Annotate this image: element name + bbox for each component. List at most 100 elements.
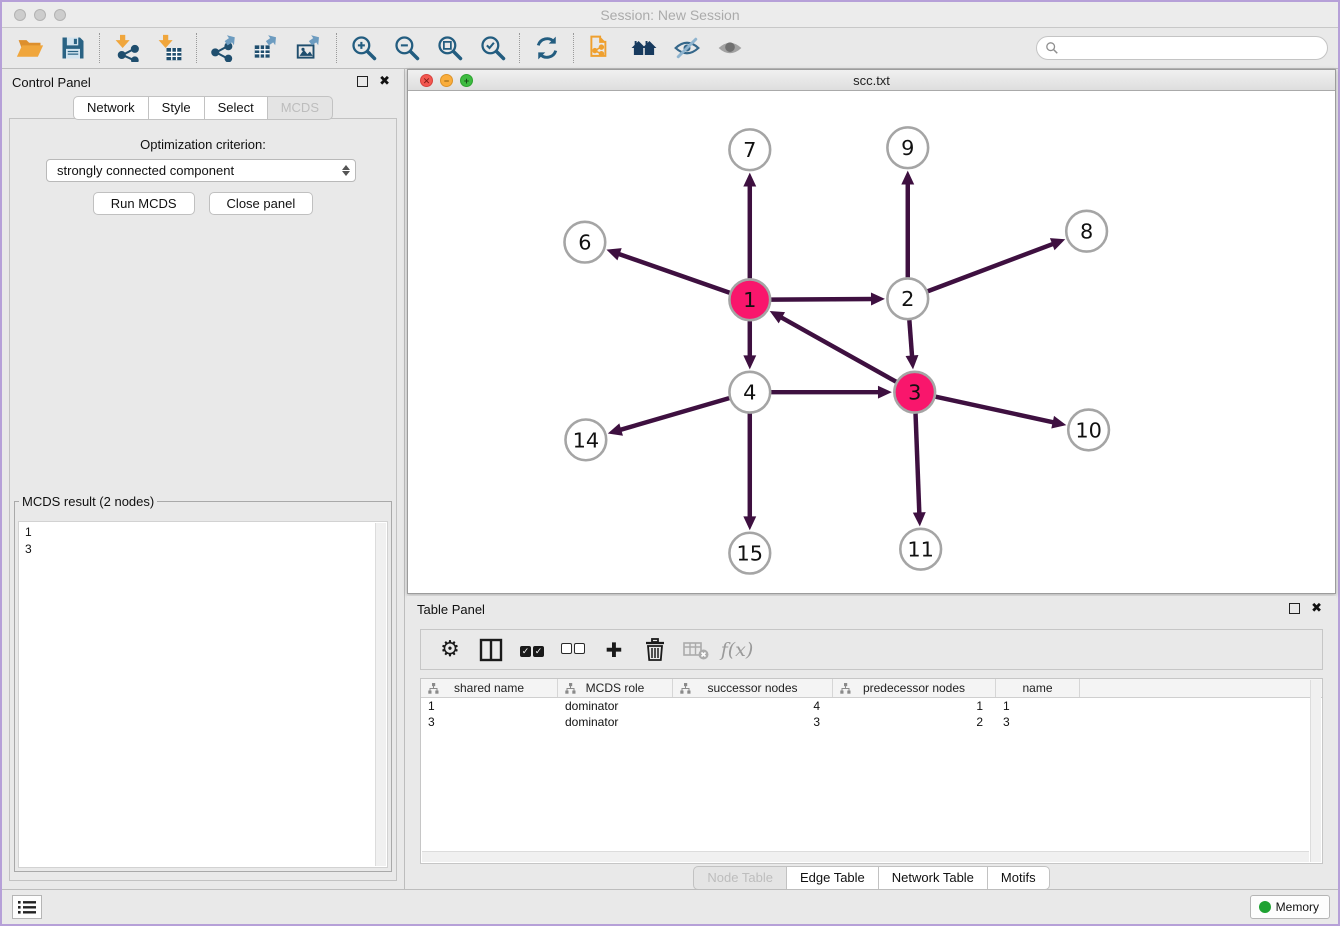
column-header-name[interactable]: name [996, 679, 1080, 697]
clone-network-button[interactable] [579, 31, 622, 65]
home-button[interactable] [622, 31, 665, 65]
table-cell[interactable]: 1 [421, 698, 558, 714]
graph-edge-1-7[interactable] [743, 173, 756, 279]
close-control-panel-button[interactable]: ✖ [379, 73, 390, 89]
network-window-titlebar[interactable]: ✕ − + scc.txt [408, 70, 1335, 91]
graph-edge-3-11[interactable] [913, 414, 926, 527]
graph-node-4[interactable]: 4 [729, 372, 770, 413]
column-header-successor-nodes[interactable]: successor nodes [673, 679, 833, 697]
network-canvas[interactable]: 7 9 6 8 1 2 4 3 14 10 15 11 [408, 91, 1335, 593]
zoom-fit-button[interactable] [428, 31, 471, 65]
export-network-button[interactable] [202, 31, 245, 65]
graph-node-1[interactable]: 1 [729, 279, 770, 320]
tab-select[interactable]: Select [204, 96, 268, 120]
column-header-shared-name[interactable]: shared name [421, 679, 558, 697]
memory-label: Memory [1276, 900, 1319, 914]
export-image-button[interactable] [288, 31, 331, 65]
column-header-MCDS-role[interactable]: MCDS role [558, 679, 673, 697]
import-network-button[interactable] [105, 31, 148, 65]
zoom-selected-button[interactable] [471, 31, 514, 65]
function-builder-button[interactable]: f(x) [724, 637, 750, 663]
graph-edge-2-3[interactable] [906, 320, 919, 369]
table-cell[interactable]: 2 [833, 714, 996, 730]
graph-node-14[interactable]: 14 [565, 419, 606, 460]
graph-node-7[interactable]: 7 [729, 129, 770, 170]
graph-edge-1-6[interactable] [606, 248, 729, 293]
graph-node-2[interactable]: 2 [887, 278, 928, 319]
graph-node-6[interactable]: 6 [564, 222, 605, 263]
import-table-button[interactable] [148, 31, 191, 65]
destroy-table-button[interactable] [683, 637, 709, 663]
graph-node-3[interactable]: 3 [894, 372, 935, 413]
hide-selected-button[interactable] [665, 31, 708, 65]
delete-column-button[interactable] [642, 637, 668, 663]
table-horizontal-scrollbar[interactable] [422, 851, 1309, 862]
column-header-predecessor-nodes[interactable]: predecessor nodes [833, 679, 996, 697]
zoom-fit-icon [436, 34, 464, 62]
close-panel-button[interactable]: Close panel [209, 192, 314, 215]
mcds-panel: Optimization criterion: strongly connect… [9, 118, 397, 881]
table-cell[interactable]: dominator [558, 714, 673, 730]
table-row[interactable]: 1dominator411 [421, 698, 1322, 714]
table-vertical-scrollbar[interactable] [1310, 680, 1321, 862]
table-panel: Table Panel ✖ ⚙ ✓✓ ✚ [407, 596, 1336, 889]
float-table-panel-button[interactable] [1289, 603, 1300, 614]
tab-network[interactable]: Network [73, 96, 149, 120]
memory-button[interactable]: Memory [1250, 895, 1330, 919]
graph-node-9[interactable]: 9 [887, 127, 928, 168]
show-all-button[interactable] [708, 31, 751, 65]
tab-style[interactable]: Style [148, 96, 205, 120]
deselect-all-button[interactable] [560, 637, 586, 663]
tab-network-table[interactable]: Network Table [878, 866, 988, 890]
table-cell[interactable]: 3 [421, 714, 558, 730]
table-cell[interactable]: dominator [558, 698, 673, 714]
mcds-result-list[interactable]: 1 3 [25, 524, 373, 865]
graph-node-8[interactable]: 8 [1066, 211, 1107, 252]
table-settings-button[interactable]: ⚙ [437, 637, 463, 663]
tab-edge-table[interactable]: Edge Table [786, 866, 879, 890]
graph-edge-4-3[interactable] [771, 386, 892, 399]
graph-edge-4-15[interactable] [743, 414, 756, 531]
split-view-button[interactable] [478, 637, 504, 663]
graph-edge-4-14[interactable] [608, 398, 729, 436]
tab-mcds[interactable]: MCDS [267, 96, 333, 120]
graph-edge-3-10[interactable] [936, 397, 1067, 429]
svg-text:3: 3 [908, 381, 921, 405]
table-cell[interactable]: 4 [673, 698, 833, 714]
graph-node-11[interactable]: 11 [900, 529, 941, 570]
add-column-button[interactable]: ✚ [601, 637, 627, 663]
graph-node-15[interactable]: 15 [729, 533, 770, 574]
apply-layout-button[interactable] [525, 31, 568, 65]
table-cell[interactable]: 3 [673, 714, 833, 730]
plus-icon: ✚ [606, 638, 623, 662]
graph-edge-1-4[interactable] [743, 321, 756, 369]
table-cell[interactable]: 1 [833, 698, 996, 714]
select-all-button[interactable]: ✓✓ [519, 637, 545, 663]
search-input[interactable] [1059, 38, 1327, 58]
zoom-out-button[interactable] [385, 31, 428, 65]
graph-edge-3-1[interactable] [770, 311, 896, 382]
table-cell[interactable]: 3 [996, 714, 1080, 730]
result-scrollbar[interactable] [375, 523, 386, 866]
criterion-select[interactable]: strongly connected component [46, 159, 356, 182]
open-session-button[interactable] [8, 31, 51, 65]
table-cell[interactable]: 1 [996, 698, 1080, 714]
zoom-in-button[interactable] [342, 31, 385, 65]
run-mcds-button[interactable]: Run MCDS [93, 192, 195, 215]
close-table-panel-button[interactable]: ✖ [1311, 600, 1322, 616]
eye-slash-icon [673, 34, 701, 62]
trash-icon [644, 638, 666, 662]
graph-edge-2-8[interactable] [928, 238, 1065, 291]
column-header-label: name [1022, 681, 1052, 695]
graph-edge-1-2[interactable] [771, 293, 885, 306]
tab-node-table[interactable]: Node Table [693, 866, 787, 890]
task-history-button[interactable] [12, 895, 42, 919]
table-row[interactable]: 3dominator323 [421, 714, 1322, 730]
tab-motifs[interactable]: Motifs [987, 866, 1050, 890]
graph-node-10[interactable]: 10 [1068, 410, 1109, 451]
graph-edge-2-9[interactable] [901, 171, 914, 278]
float-control-panel-button[interactable] [357, 76, 368, 87]
save-session-button[interactable] [51, 31, 94, 65]
export-table-button[interactable] [245, 31, 288, 65]
toolbar-separator [519, 33, 520, 63]
